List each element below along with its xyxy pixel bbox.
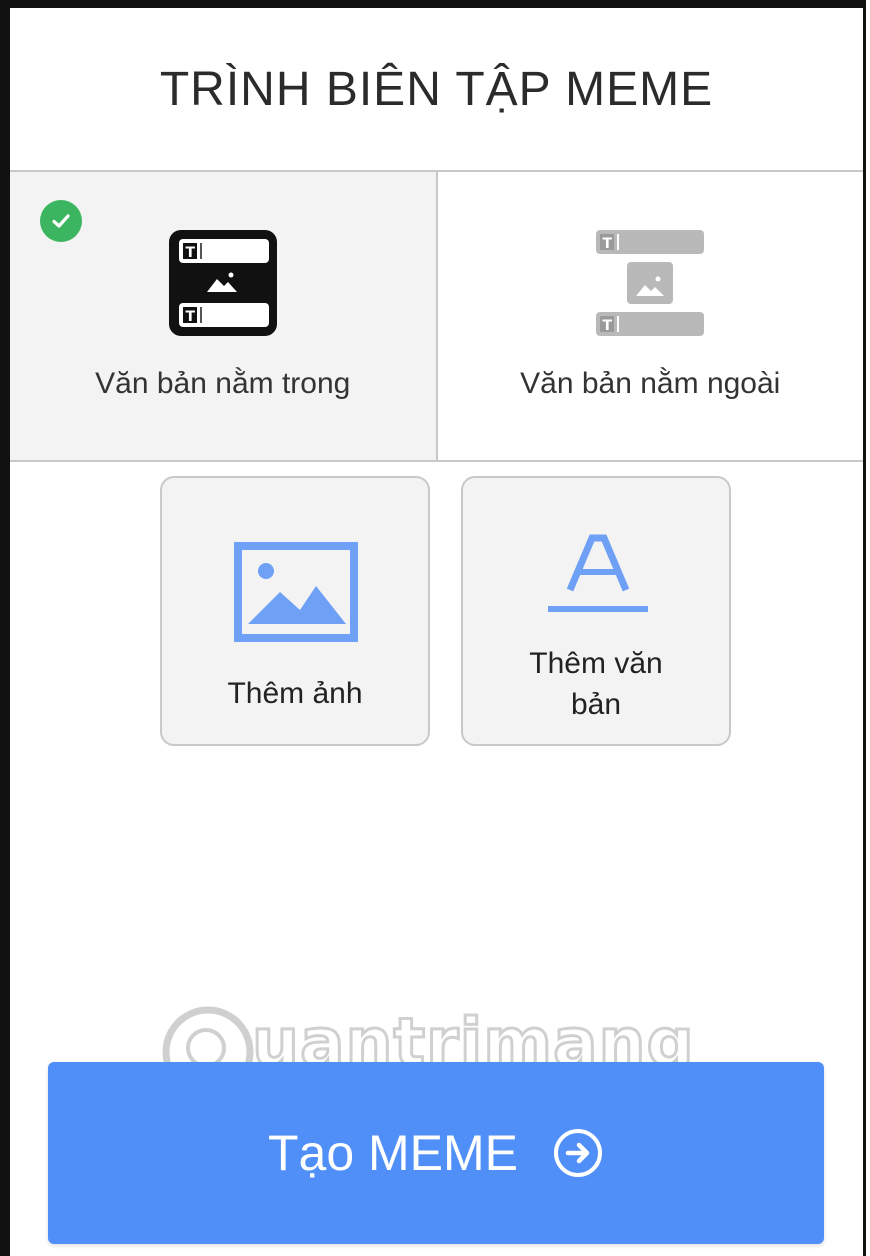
layout-option-label: Văn bản nằm ngoài [520, 367, 781, 400]
add-image-button[interactable]: Thêm ảnh [160, 476, 430, 746]
svg-text:T: T [185, 245, 195, 261]
text-outside-layout-icon: T T [596, 230, 705, 336]
layout-option-label: Văn bản nằm trong [95, 367, 351, 400]
page-title: TRÌNH BIÊN TẬP MEME [159, 62, 714, 116]
add-text-label: Thêm văn bản [529, 647, 663, 721]
selected-check-icon [40, 200, 82, 242]
arrow-right-circle-icon [554, 1129, 603, 1177]
editor-header: TRÌNH BIÊN TẬP MEME [10, 8, 863, 172]
layout-option-text-outside[interactable]: T T Văn bản nằm ngoài [438, 172, 864, 460]
svg-text:T: T [603, 318, 613, 334]
add-text-button[interactable]: Thêm văn bản [461, 476, 731, 746]
create-meme-label: Tạo MEME [267, 1125, 519, 1181]
text-a-icon [548, 534, 648, 612]
layout-option-text-inside[interactable]: T T Văn bản nằm trong [10, 172, 438, 460]
svg-text:T: T [603, 236, 613, 252]
create-meme-button[interactable]: Tạo MEME [48, 1062, 824, 1244]
meme-editor-panel: TRÌNH BIÊN TẬP MEME T T Văn bản nằm tron… [0, 0, 866, 1256]
layout-options: T T Văn bản nằm trong T T Văn bản nằm ng… [10, 172, 863, 462]
text-inside-layout-icon: T T [168, 230, 277, 336]
tool-buttons: Thêm ảnh Thêm văn bản [10, 476, 863, 756]
image-icon [234, 542, 358, 642]
svg-text:T: T [185, 309, 195, 325]
add-image-label: Thêm ảnh [227, 677, 363, 710]
